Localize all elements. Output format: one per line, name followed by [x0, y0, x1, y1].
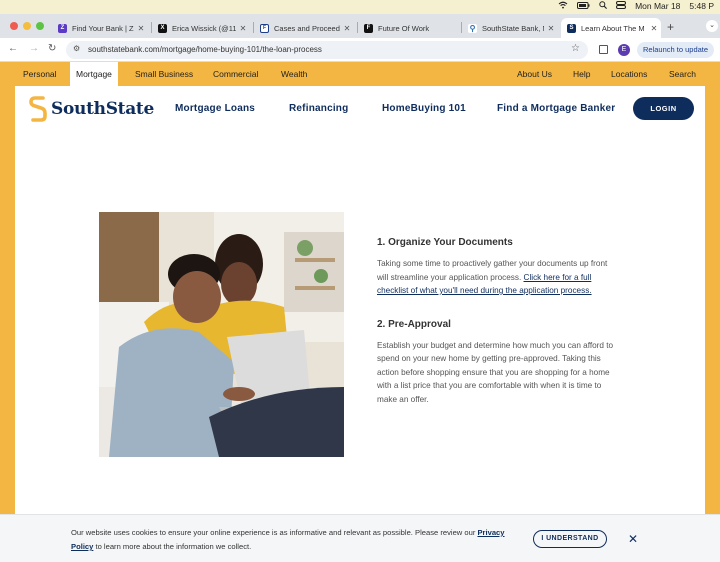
- x-favicon-icon: X: [158, 23, 167, 33]
- tab-close-icon[interactable]: ✕: [134, 24, 148, 33]
- tab-close-icon[interactable]: ✕: [236, 24, 250, 33]
- topnav-about-us[interactable]: About Us: [517, 62, 552, 86]
- browser-tab[interactable]: ⚲ SouthState Bank, N ✕: [462, 18, 558, 38]
- profile-avatar[interactable]: E: [618, 44, 630, 56]
- back-icon[interactable]: ←: [8, 43, 18, 54]
- section-body-organize-documents: Taking some time to proactively gather y…: [377, 257, 619, 298]
- site-top-nav: Personal Mortgage Small Business Commerc…: [0, 62, 720, 86]
- browser-tab[interactable]: F Future Of Work: [358, 18, 458, 38]
- tab-title: Cases and Proceedi: [274, 23, 340, 33]
- mac-menubar: Mon Mar 18 5:48 P: [0, 0, 720, 14]
- tab-close-icon[interactable]: ✕: [340, 24, 354, 33]
- nav-refinancing[interactable]: Refinancing: [289, 103, 348, 114]
- battery-icon[interactable]: [577, 1, 590, 11]
- couple-laptop-photo: [99, 212, 344, 457]
- window-controls: [10, 22, 44, 30]
- section-heading-pre-approval: 2. Pre-Approval: [377, 318, 451, 330]
- browser-tab[interactable]: Z Find Your Bank | Ze ✕: [52, 18, 148, 38]
- nav-mortgage-loans[interactable]: Mortgage Loans: [175, 103, 255, 114]
- person-favicon-icon: ⚲: [468, 23, 477, 33]
- tab-title: Future Of Work: [378, 23, 430, 33]
- section-heading-organize-documents: 1. Organize Your Documents: [377, 237, 513, 248]
- tab-title: Learn About The M: [581, 23, 645, 33]
- i-understand-button[interactable]: I UNDERSTAND: [533, 530, 607, 548]
- forward-icon[interactable]: →: [29, 43, 39, 54]
- page-content: SouthState Mortgage Loans Refinancing Ho…: [15, 86, 705, 562]
- topnav-personal[interactable]: Personal: [23, 62, 57, 86]
- side-panel-icon[interactable]: [599, 45, 608, 54]
- southstate-logo-mark-icon: [29, 96, 47, 122]
- ftc-favicon-icon: F: [260, 23, 269, 33]
- southstate-logo[interactable]: SouthState: [29, 96, 154, 122]
- tab-close-icon[interactable]: ✕: [647, 24, 661, 33]
- site-settings-icon[interactable]: ⚙: [73, 44, 80, 53]
- forbes-favicon-icon: F: [364, 23, 373, 33]
- close-icon[interactable]: ✕: [628, 533, 638, 545]
- topnav-commercial[interactable]: Commercial: [213, 62, 258, 86]
- nav-find-mortgage-banker[interactable]: Find a Mortgage Banker: [497, 103, 615, 114]
- new-tab-icon[interactable]: +: [667, 20, 674, 34]
- browser-toolbar: ← → ↻ ⚙ southstatebank.com/mortgage/home…: [0, 38, 720, 62]
- tab-search-icon[interactable]: ⌄: [706, 20, 718, 32]
- zest-favicon-icon: Z: [58, 23, 67, 33]
- wifi-icon[interactable]: [558, 1, 568, 11]
- loan-process-content: 1. Organize Your Documents Taking some t…: [377, 237, 619, 406]
- minimize-window-button[interactable]: [23, 22, 31, 30]
- browser-tab[interactable]: X Erica Wissick (@118 ✕: [152, 18, 250, 38]
- address-bar[interactable]: ⚙ southstatebank.com/mortgage/home-buyin…: [66, 41, 588, 59]
- mac-status-area: Mon Mar 18 5:48 P: [558, 1, 714, 11]
- cookie-text-part: to learn more about the information we c…: [93, 542, 252, 551]
- cookie-banner: Our website uses cookies to ensure your …: [0, 514, 720, 562]
- topnav-mortgage[interactable]: Mortgage: [70, 62, 118, 86]
- login-button[interactable]: LOGIN: [633, 97, 694, 120]
- reload-icon[interactable]: ↻: [48, 43, 56, 54]
- bookmark-star-icon[interactable]: ☆: [571, 43, 580, 54]
- tab-title: Find Your Bank | Ze: [72, 23, 134, 33]
- maximize-window-button[interactable]: [36, 22, 44, 30]
- cookie-message: Our website uses cookies to ensure your …: [71, 526, 521, 554]
- section-body-pre-approval: Establish your budget and determine how …: [377, 340, 614, 404]
- topnav-search[interactable]: Search: [669, 62, 696, 86]
- cookie-text-part: Our website uses cookies to ensure your …: [71, 528, 478, 537]
- control-center-icon[interactable]: [616, 1, 627, 11]
- topnav-help[interactable]: Help: [573, 62, 590, 86]
- browser-tab[interactable]: F Cases and Proceedi ✕: [254, 18, 354, 38]
- tab-title: SouthState Bank, N: [482, 23, 544, 33]
- relaunch-button[interactable]: Relaunch to update: [637, 42, 715, 58]
- topnav-wealth[interactable]: Wealth: [281, 62, 307, 86]
- topnav-locations[interactable]: Locations: [611, 62, 647, 86]
- browser-tab-active[interactable]: S Learn About The M ✕: [561, 18, 661, 38]
- nav-homebuying-101[interactable]: HomeBuying 101: [382, 103, 466, 114]
- tab-title: Erica Wissick (@118: [172, 23, 236, 33]
- spotlight-search-icon[interactable]: [599, 1, 608, 11]
- topnav-small-business[interactable]: Small Business: [135, 62, 193, 86]
- tab-close-icon[interactable]: ✕: [544, 24, 558, 33]
- close-window-button[interactable]: [10, 22, 18, 30]
- brand-name: SouthState: [51, 99, 155, 119]
- url-text[interactable]: southstatebank.com/mortgage/home-buying-…: [88, 45, 322, 54]
- menubar-date[interactable]: Mon Mar 18: [635, 1, 680, 11]
- southstate-favicon-icon: S: [567, 23, 576, 33]
- browser-tab-strip: Z Find Your Bank | Ze ✕ X Erica Wissick …: [0, 14, 720, 38]
- menubar-time[interactable]: 5:48 P: [689, 1, 714, 11]
